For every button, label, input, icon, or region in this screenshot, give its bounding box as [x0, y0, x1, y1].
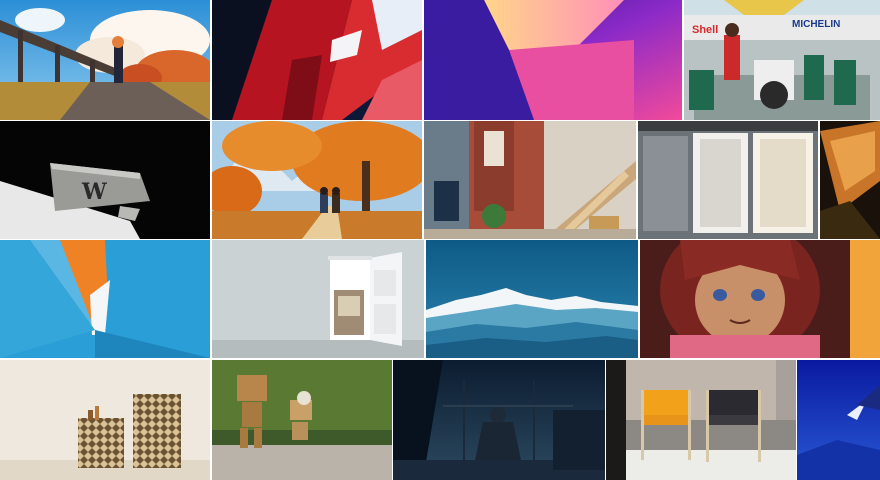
tile-red-glass-architecture[interactable]: [212, 0, 422, 120]
tile-anime-autumn-bridge-girl[interactable]: [0, 0, 210, 120]
tile-open-white-door-room[interactable]: [212, 240, 424, 358]
tile-danbo-cardboard-robots[interactable]: [212, 360, 392, 480]
tile-blue-dunes-partial[interactable]: [797, 360, 880, 480]
tile-pink-purple-gradient-room[interactable]: [424, 0, 682, 120]
michelin-sign: MICHELIN: [792, 19, 840, 30]
tile-dark-orange-leaf-closeup[interactable]: [820, 121, 880, 239]
tile-blue-mountain-range[interactable]: [426, 240, 638, 358]
tile-designer-chairs-brick-wall[interactable]: [606, 360, 796, 480]
tile-blue-orange-material-fold[interactable]: [0, 240, 210, 358]
tile-anime-girl-portrait[interactable]: [640, 240, 880, 358]
tile-stone-block-w-monochrome[interactable]: W: [0, 121, 210, 239]
tile-anime-autumn-mountain-path[interactable]: [212, 121, 422, 239]
tile-anime-girl-window-night[interactable]: [393, 360, 605, 480]
tile-patterned-cabinets-interior[interactable]: [0, 360, 210, 480]
w-letter: W: [81, 179, 107, 205]
tile-race-pit-stop-anime[interactable]: Shell MICHELIN: [684, 0, 880, 120]
shell-sign: Shell: [692, 24, 718, 36]
tile-anime-brick-house-stairs[interactable]: [424, 121, 636, 239]
wallpaper-gallery-grid: Shell MICHELIN W: [0, 0, 880, 480]
tile-white-panel-shutters[interactable]: [638, 121, 818, 239]
